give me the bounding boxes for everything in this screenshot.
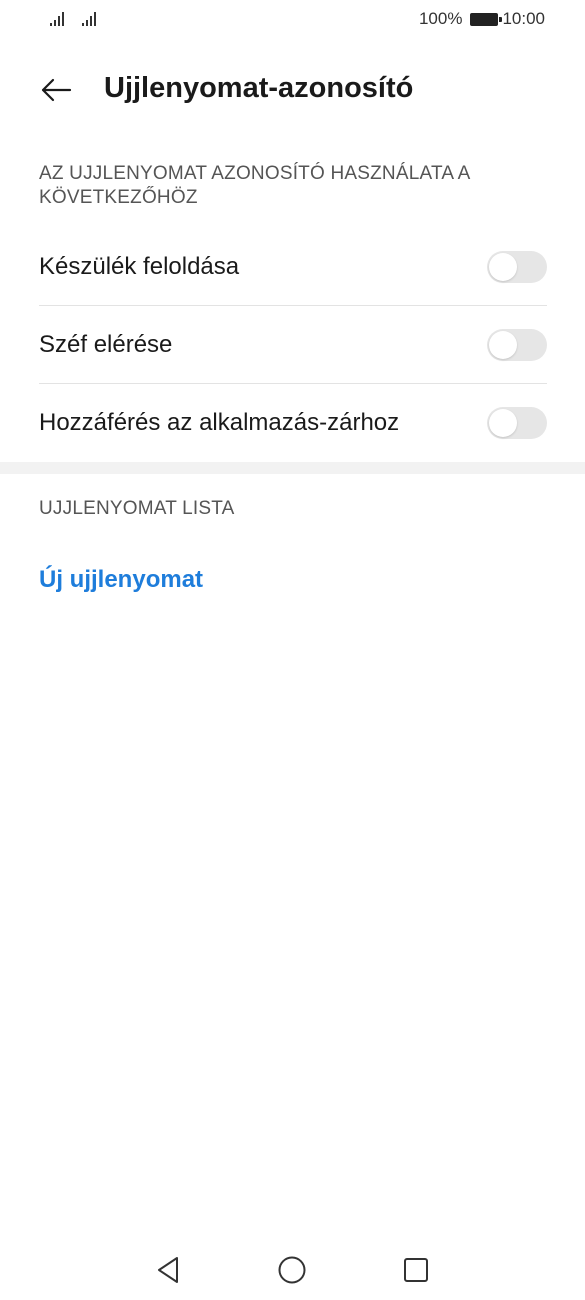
clock: 10:00 <box>502 9 545 28</box>
navigation-bar <box>0 1240 585 1300</box>
app-lock-toggle[interactable] <box>487 407 547 439</box>
fingerprint-list-header: UJJLENYOMAT LISTA <box>39 498 235 519</box>
section-separator <box>0 462 585 474</box>
battery-icon <box>470 12 503 26</box>
nav-recents-icon <box>404 1258 428 1282</box>
setting-label: Készülék feloldása <box>39 253 240 280</box>
nav-back-button[interactable] <box>146 1248 190 1292</box>
back-arrow-icon <box>41 78 72 102</box>
nav-recents-button[interactable] <box>394 1248 438 1292</box>
toggle-knob <box>489 331 517 359</box>
setting-row-safe-access[interactable]: Széf elérése <box>39 306 547 384</box>
toggle-knob <box>489 409 517 437</box>
device-unlock-toggle[interactable] <box>487 251 547 283</box>
setting-row-device-unlock[interactable]: Készülék feloldása <box>39 228 547 306</box>
signal-icon <box>82 10 96 26</box>
nav-home-button[interactable] <box>270 1248 314 1292</box>
setting-row-app-lock[interactable]: Hozzáférés az alkalmazás-zárhoz <box>39 384 547 462</box>
safe-access-toggle[interactable] <box>487 329 547 361</box>
nav-back-icon <box>158 1257 178 1283</box>
nav-home-icon <box>278 1256 306 1284</box>
toggle-knob <box>489 253 517 281</box>
app-header: Ujjlenyomat-azonosító <box>0 60 585 120</box>
status-right: 100% 10:00 <box>419 9 545 29</box>
status-bar: 100% 10:00 <box>0 0 585 40</box>
setting-label: Hozzáférés az alkalmazás-zárhoz <box>39 409 400 436</box>
new-fingerprint-link[interactable]: Új ujjlenyomat <box>39 566 203 594</box>
page-title: Ujjlenyomat-azonosító <box>104 72 414 104</box>
signal-icon <box>50 10 64 26</box>
back-button[interactable] <box>34 68 78 112</box>
battery-percent: 100% <box>418 9 463 28</box>
setting-label: Széf elérése <box>39 331 173 358</box>
usage-section-header: AZ UJJLENYOMAT AZONOSÍTÓ HASZNÁLATA A KÖ… <box>39 163 470 208</box>
